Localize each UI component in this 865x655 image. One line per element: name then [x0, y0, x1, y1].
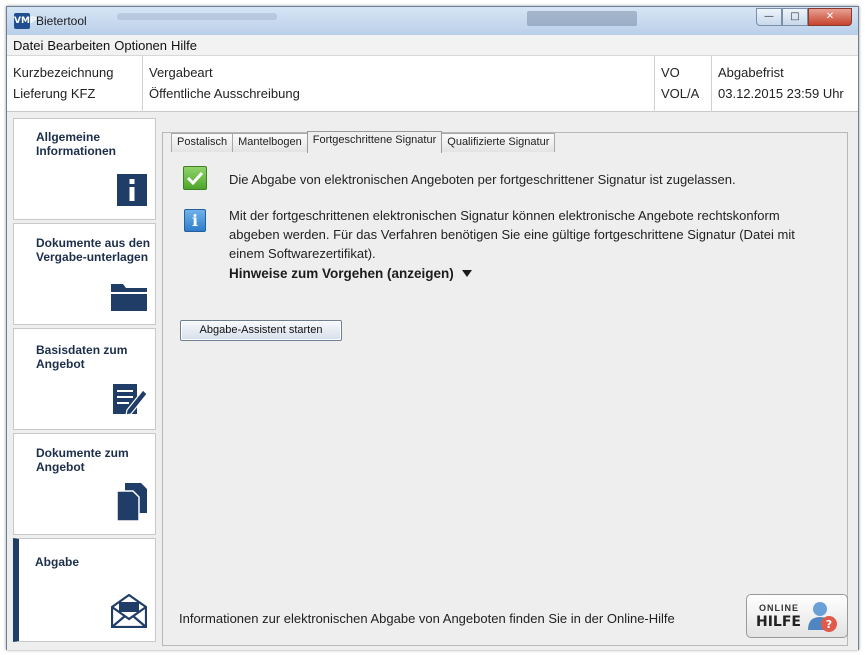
info-icon: i	[184, 209, 206, 232]
sidebar-item-allgemeine-informationen[interactable]: Allgemeine Informationen	[13, 118, 156, 220]
blurred-region	[117, 13, 277, 20]
vergabeart-value: Öffentliche Ausschreibung	[149, 86, 300, 101]
sidebar-item-basisdaten-angebot[interactable]: Basisdaten zum Angebot	[13, 328, 156, 430]
sidebar-item-label: Dokumente zum Angebot	[36, 446, 129, 474]
app-window: VMP Bietertool — □ ✕ Datei Bearbeiten Op…	[6, 6, 859, 650]
sidebar-item-abgabe[interactable]: Abgabe	[13, 538, 156, 642]
info-line: einem Softwarezertifikat).	[229, 246, 376, 261]
sidebar-item-label: Basisdaten zum Angebot	[36, 343, 128, 371]
help-button-line1: ONLINE	[759, 603, 800, 613]
sidebar-item-label: Allgemeine Informationen	[36, 130, 116, 158]
info-icon	[117, 174, 147, 209]
tab-bar: Postalisch Mantelbogen Fortgeschrittene …	[171, 130, 556, 153]
kurzbezeichnung-value: Lieferung KFZ	[13, 86, 96, 101]
hinweise-label: Hinweise zum Vorgehen (anzeigen)	[229, 266, 454, 281]
kurzbezeichnung-label: Kurzbezeichnung	[13, 65, 114, 80]
edit-form-icon	[113, 382, 148, 419]
menu-bearbeiten[interactable]: Bearbeiten	[47, 38, 110, 53]
sidebar-item-dokumente-vergabeunterlagen[interactable]: Dokumente aus den Vergabe-unterlagen	[13, 223, 156, 325]
abgabefrist-cell: Abgabefrist 03.12.2015 23:59 Uhr	[712, 56, 858, 112]
kurzbezeichnung-cell: Kurzbezeichnung Lieferung KFZ	[7, 56, 143, 112]
help-button-line2: HILFE	[756, 614, 801, 630]
tab-mantelbogen[interactable]: Mantelbogen	[232, 133, 308, 152]
hinweise-toggle[interactable]: Hinweise zum Vorgehen (anzeigen)	[229, 266, 472, 281]
menu-optionen[interactable]: Optionen	[114, 38, 167, 53]
footer-help-text: Informationen zur elektronischen Abgabe …	[179, 611, 675, 626]
minimize-button[interactable]: —	[756, 8, 782, 26]
help-person-icon: ?	[805, 600, 839, 637]
documents-icon	[116, 483, 147, 524]
menu-hilfe[interactable]: Hilfe	[171, 38, 197, 53]
window-title: Bietertool	[36, 14, 87, 28]
menu-datei[interactable]: Datei	[13, 38, 43, 53]
signature-allowed-message: Die Abgabe von elektronischen Angeboten …	[229, 172, 736, 187]
window-controls: — □ ✕	[756, 8, 852, 28]
info-line: Mit der fortgeschrittenen elektronischen…	[229, 208, 780, 223]
sidebar-item-dokumente-angebot[interactable]: Dokumente zum Angebot	[13, 433, 156, 535]
checkmark-icon	[183, 166, 207, 190]
online-help-button[interactable]: ONLINE HILFE ?	[746, 594, 848, 638]
tab-qualifizierte-signatur[interactable]: Qualifizierte Signatur	[441, 133, 556, 152]
title-bar[interactable]: VMP Bietertool — □ ✕	[7, 7, 858, 35]
tab-fortgeschrittene-signatur[interactable]: Fortgeschrittene Signatur	[306, 131, 443, 153]
vergabeart-label: Vergabeart	[149, 65, 213, 80]
svg-text:?: ?	[826, 618, 832, 631]
folder-icon	[111, 281, 147, 314]
vo-label: VO	[661, 65, 680, 80]
signature-info-text: Mit der fortgeschrittenen elektronischen…	[229, 206, 795, 263]
sidebar-item-label: Abgabe	[35, 555, 80, 569]
app-logo-icon: VMP	[14, 13, 37, 29]
blurred-region	[527, 11, 637, 26]
abgabefrist-value: 03.12.2015 23:59 Uhr	[718, 86, 844, 101]
envelope-icon	[110, 593, 148, 631]
client-area: Allgemeine Informationen Dokumente aus d…	[7, 112, 858, 650]
close-button[interactable]: ✕	[808, 8, 852, 26]
start-assistant-button[interactable]: Abgabe-Assistent starten	[180, 320, 342, 341]
triangle-down-icon	[461, 270, 472, 277]
vo-cell: VO VOL/A	[655, 56, 712, 112]
tab-postalisch[interactable]: Postalisch	[171, 133, 234, 152]
vo-value: VOL/A	[661, 86, 700, 101]
abgabefrist-label: Abgabefrist	[718, 65, 784, 80]
sidebar-item-label: Dokumente aus den Vergabe-unterlagen	[36, 236, 151, 264]
tender-info-header: Kurzbezeichnung Lieferung KFZ Vergabeart…	[7, 56, 858, 112]
info-line: abgeben werden. Für das Verfahren benöti…	[229, 227, 795, 242]
maximize-button[interactable]: □	[782, 8, 808, 26]
menu-bar: Datei Bearbeiten Optionen Hilfe	[7, 35, 858, 56]
vergabeart-cell: Vergabeart Öffentliche Ausschreibung	[143, 56, 655, 112]
